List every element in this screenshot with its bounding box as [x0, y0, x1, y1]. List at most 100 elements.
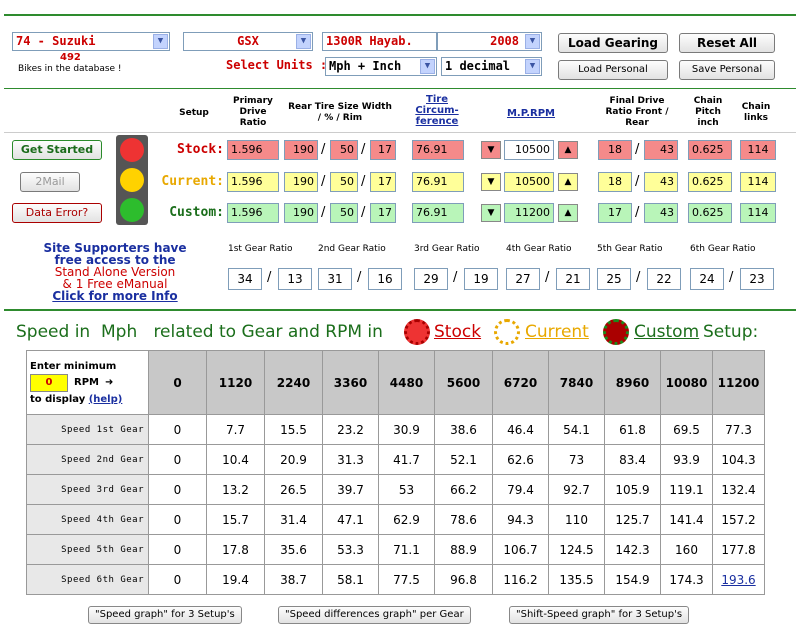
speed-differences-graph-button[interactable]: "Speed differences graph" per Gear: [278, 606, 471, 624]
decimal-select[interactable]: 1 decimal ▼: [441, 57, 542, 76]
gear-3-secondary-input[interactable]: 19: [464, 268, 498, 290]
gear-3-ratio-header: 3rd Gear Ratio: [414, 244, 480, 254]
load-gearing-button[interactable]: Load Gearing: [558, 33, 668, 53]
rpm-decrease-button[interactable]: ▼: [481, 204, 501, 222]
chevron-down-icon: ▼: [420, 59, 435, 74]
speed-cell: 79.4: [492, 474, 549, 505]
speed-graph-button[interactable]: "Speed graph" for 3 Setup's: [88, 606, 242, 624]
bikes-count: 492: [60, 52, 81, 63]
get-started-button[interactable]: Get Started: [12, 140, 102, 160]
stock-rpm-input[interactable]: 10500: [504, 140, 554, 160]
year-select[interactable]: 2008 ▼: [437, 32, 542, 51]
custom-link[interactable]: Custom: [634, 322, 699, 342]
speed-cell: 116.2: [492, 564, 549, 595]
speed-title: Speed in Mph related to Gear and RPM in: [16, 322, 383, 342]
stock-front-sprocket-input[interactable]: 18: [598, 140, 632, 160]
speed-cell: 10.4: [206, 444, 265, 475]
stock-rear-sprocket-input[interactable]: 43: [644, 140, 678, 160]
speed-title-prefix: Speed in Mph related to Gear and RPM in: [16, 322, 383, 342]
rpm-increase-button[interactable]: ▲: [558, 204, 578, 222]
reset-all-button[interactable]: Reset All: [679, 33, 775, 53]
current-primary-input[interactable]: 1.596: [227, 172, 279, 192]
speed-cell: 17.8: [206, 534, 265, 565]
current-rim-input[interactable]: 17: [370, 172, 396, 192]
current-rear-sprocket-input[interactable]: 43: [644, 172, 678, 192]
slash-separator: /: [635, 174, 640, 189]
model-select[interactable]: GSX ▼: [183, 32, 313, 51]
top-speed-link[interactable]: 193.6: [712, 564, 765, 595]
gear-4-secondary-input[interactable]: 21: [556, 268, 590, 290]
stock-rim-input[interactable]: 17: [370, 140, 396, 160]
custom-front-sprocket-input[interactable]: 17: [598, 203, 632, 223]
slash-separator: /: [545, 270, 550, 285]
gear-6-secondary-input[interactable]: 23: [740, 268, 774, 290]
current-front-sprocket-input[interactable]: 18: [598, 172, 632, 192]
gear-6-primary-input[interactable]: 24: [690, 268, 724, 290]
load-personal-button[interactable]: Load Personal: [558, 60, 668, 80]
custom-primary-input[interactable]: 1.596: [227, 203, 279, 223]
slash-separator: /: [361, 205, 366, 220]
speed-cell: 62.6: [492, 444, 549, 475]
current-circumference-input[interactable]: 76.91: [412, 172, 464, 192]
shift-speed-graph-button[interactable]: "Shift-Speed graph" for 3 Setup's: [509, 606, 690, 624]
rpm-decrease-button[interactable]: ▼: [481, 141, 501, 159]
current-chain-links-input[interactable]: 114: [740, 172, 776, 192]
speed-cell: 15.5: [264, 414, 323, 445]
custom-rear-sprocket-input[interactable]: 43: [644, 203, 678, 223]
custom-rpm-input[interactable]: 11200: [504, 203, 554, 223]
rpm-increase-button[interactable]: ▲: [558, 141, 578, 159]
gear-1-secondary-input[interactable]: 13: [278, 268, 312, 290]
stock-link[interactable]: Stock: [434, 322, 481, 342]
gear-1-primary-input[interactable]: 34: [228, 268, 262, 290]
current-rpm-input[interactable]: 10500: [504, 172, 554, 192]
stock-tire-width-input[interactable]: 190: [284, 140, 318, 160]
tire-circumference-link[interactable]: Tire Circum- ference: [404, 94, 470, 127]
stock-primary-input[interactable]: 1.596: [227, 140, 279, 160]
current-link[interactable]: Current: [525, 322, 589, 342]
slash-separator: /: [267, 270, 272, 285]
save-personal-button[interactable]: Save Personal: [679, 60, 775, 80]
current-chain-pitch-input[interactable]: 0.625: [688, 172, 732, 192]
speed-cell: 88.9: [434, 534, 493, 565]
gear-2-secondary-input[interactable]: 16: [368, 268, 402, 290]
data-error-button[interactable]: Data Error?: [12, 203, 102, 223]
rpm-column-header: 1120: [206, 350, 265, 415]
custom-tire-width-input[interactable]: 190: [284, 203, 318, 223]
speed-cell: 38.6: [434, 414, 493, 445]
bike-select[interactable]: 74 - Suzuki ▼: [12, 32, 170, 51]
final-drive-header: Final Drive Ratio Front / Rear: [605, 96, 669, 128]
stock-label: Stock:: [177, 142, 224, 157]
custom-tire-pct-input[interactable]: 50: [330, 203, 358, 223]
custom-circumference-input[interactable]: 76.91: [412, 203, 464, 223]
stock-chain-links-input[interactable]: 114: [740, 140, 776, 160]
stock-circumference-input[interactable]: 76.91: [412, 140, 464, 160]
speed-cell: 35.6: [264, 534, 323, 565]
current-tire-width-input[interactable]: 190: [284, 172, 318, 192]
speed-cell: 26.5: [264, 474, 323, 505]
gear-4-primary-input[interactable]: 27: [506, 268, 540, 290]
custom-chain-links-input[interactable]: 114: [740, 203, 776, 223]
more-info-link[interactable]: Click for more Info: [20, 290, 210, 302]
mail-button[interactable]: 2Mail: [20, 172, 80, 192]
gear-5-secondary-input[interactable]: 22: [647, 268, 681, 290]
variant-select[interactable]: 1300R Hayab.: [322, 32, 437, 51]
gear-3-primary-input[interactable]: 29: [414, 268, 448, 290]
speed-cell: 61.8: [604, 414, 661, 445]
current-tire-pct-input[interactable]: 50: [330, 172, 358, 192]
units-select[interactable]: Mph + Inch ▼: [325, 57, 437, 76]
speed-cell: 20.9: [264, 444, 323, 475]
help-link[interactable]: (help): [89, 394, 123, 405]
rpm-column-header: 8960: [604, 350, 661, 415]
mprpm-link[interactable]: M.P.RPM: [496, 108, 566, 119]
gear-5-primary-input[interactable]: 25: [597, 268, 631, 290]
speed-cell: 77.3: [712, 414, 765, 445]
rpm-increase-button[interactable]: ▲: [558, 173, 578, 191]
rpm-decrease-button[interactable]: ▼: [481, 173, 501, 191]
min-rpm-input[interactable]: 0: [30, 373, 68, 392]
gear-2-primary-input[interactable]: 31: [318, 268, 352, 290]
stock-tire-pct-input[interactable]: 50: [330, 140, 358, 160]
stock-chain-pitch-input[interactable]: 0.625: [688, 140, 732, 160]
custom-chain-pitch-input[interactable]: 0.625: [688, 203, 732, 223]
custom-rim-input[interactable]: 17: [370, 203, 396, 223]
chain-pitch-header: Chain Pitch inch: [693, 96, 723, 128]
